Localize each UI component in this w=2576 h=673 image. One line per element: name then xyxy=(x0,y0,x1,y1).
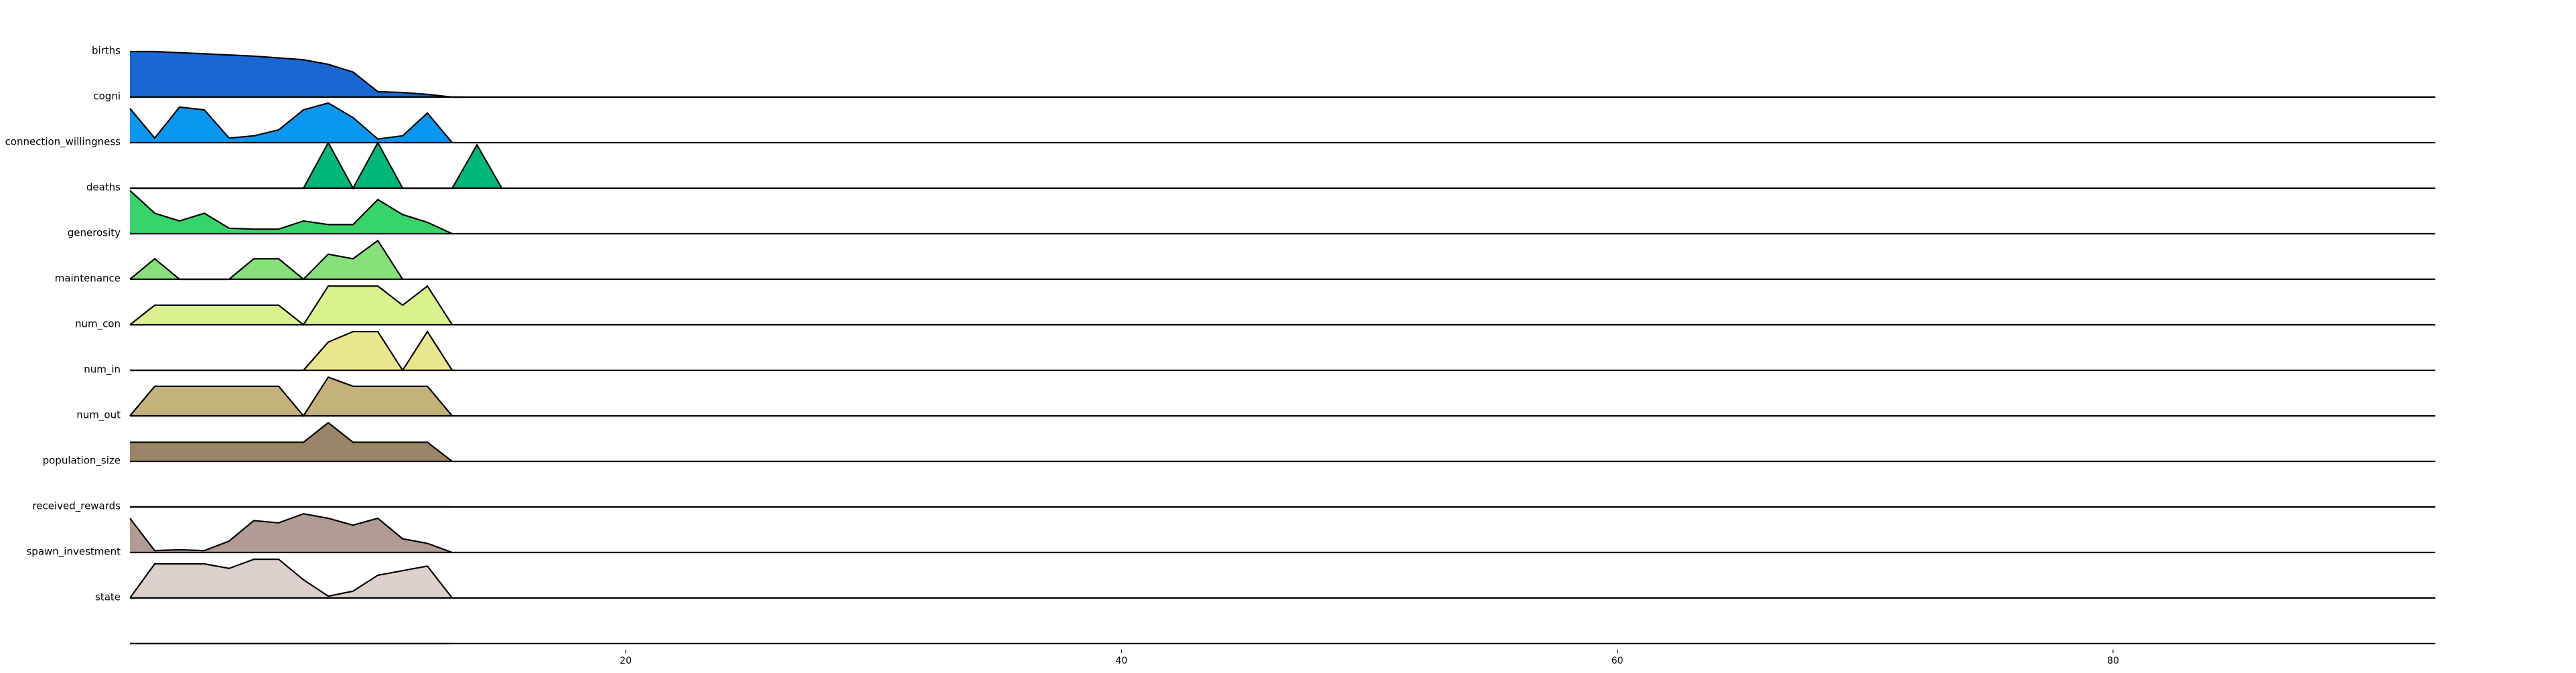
row-label: deaths xyxy=(86,181,121,194)
row-label: num_in xyxy=(84,364,121,376)
ridgeline-chart: births cogni connection_willingnessdeaths g… xyxy=(0,0,2576,670)
ridge-area xyxy=(130,331,453,370)
ridge-births xyxy=(130,50,2435,98)
row-label: births xyxy=(92,45,121,57)
x-tick-label: 80 xyxy=(2107,656,2119,666)
ridge-num-in xyxy=(129,376,2435,417)
row-label: num_out xyxy=(76,409,121,422)
ridge-num-con xyxy=(130,330,2435,372)
row-label: spawn_investment xyxy=(26,546,121,558)
ridge-generosity xyxy=(129,239,2435,281)
row-label: state xyxy=(95,591,121,603)
row-label: num_con xyxy=(75,318,121,331)
x-tick-label: 40 xyxy=(1116,656,1128,666)
ridge-connection-willingness xyxy=(130,141,2435,190)
chart-canvas: births cogni connection_willingnessdeaths g… xyxy=(5,45,2435,666)
x-tick-label: 60 xyxy=(1612,656,1624,666)
row-labels-group: births cogni connection_willingnessdeaths g… xyxy=(5,45,121,603)
ridge-num-out xyxy=(130,421,2435,463)
ridge-area xyxy=(130,377,453,416)
ridge-deaths xyxy=(129,190,2435,235)
x-tick-label: 20 xyxy=(620,656,632,666)
ridge-area xyxy=(130,52,465,97)
ridge-cogni xyxy=(129,102,2435,144)
row-label: received_rewards xyxy=(32,500,121,513)
ridge-area xyxy=(130,240,403,279)
row-label: connection_willingness xyxy=(5,136,121,149)
row-label: cogni xyxy=(93,90,121,102)
ridge-received-rewards xyxy=(129,513,2435,554)
ridge-spawn-investment xyxy=(129,558,2435,599)
ridge-maintenance xyxy=(129,285,2435,326)
row-label: generosity xyxy=(68,227,121,239)
row-label: population_size xyxy=(43,455,121,467)
ridge-outline xyxy=(130,330,453,372)
x-axis: 20 40 60 80 xyxy=(620,650,2119,666)
ridges-group xyxy=(129,50,2435,645)
row-label: maintenance xyxy=(55,273,121,285)
ridge-area xyxy=(130,559,453,598)
ridge-area xyxy=(130,190,453,234)
ridge-area xyxy=(130,514,453,552)
